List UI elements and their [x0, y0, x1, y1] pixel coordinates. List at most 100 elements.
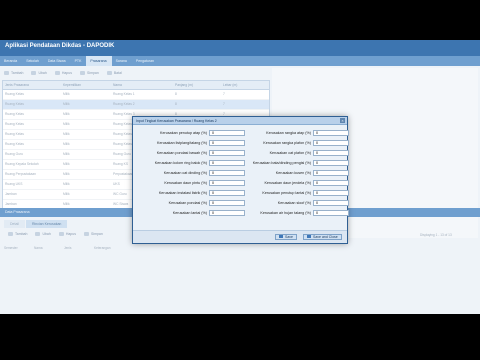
- tab-rincian-kerusakan[interactable]: Rincian Kerusakan: [25, 220, 68, 228]
- left-field-row: Kerusakan instalasi listrik (%) 0: [133, 189, 245, 196]
- grid-column-header[interactable]: Nama: [111, 81, 173, 89]
- menu-item-data-siswa[interactable]: Data Siswa: [44, 56, 71, 66]
- percentage-input[interactable]: 0: [209, 159, 245, 166]
- field-label: Kerusakan pondasi bawah (%): [156, 150, 207, 155]
- grid-column-header[interactable]: Kepemilikan: [61, 81, 111, 89]
- right-field-row: Kerusakan kusen (%) 0: [251, 169, 349, 176]
- dialog-titlebar[interactable]: Input Tingkat Kerusakan Prasarana / Ruan…: [133, 117, 347, 125]
- percentage-input[interactable]: 0: [209, 129, 245, 136]
- table-cell: Jamban: [5, 192, 17, 196]
- percentage-input[interactable]: 0: [313, 169, 349, 176]
- cancel-icon: [106, 71, 112, 75]
- bottom-toolbar: Tambah Ubah Hapus Simpan: [4, 232, 107, 236]
- field-label: Kerusakan rangka plafon (%): [263, 140, 311, 145]
- save-button[interactable]: Simpan: [76, 71, 103, 75]
- grid-column-header[interactable]: Jenis Prasarana: [3, 81, 61, 89]
- table-cell: Ruang Kelas: [5, 92, 24, 96]
- percentage-input[interactable]: 0: [313, 199, 349, 206]
- bottom-delete-button[interactable]: Hapus: [55, 232, 80, 236]
- left-field-row: Kerusakan cat dinding (%) 0: [133, 169, 245, 176]
- app-title: Aplikasi Pendataan Dikdas - DAPODIK: [5, 43, 115, 49]
- field-label: Kerusakan daun jendela (%): [264, 180, 311, 185]
- dialog-save-button[interactable]: Save: [275, 233, 297, 240]
- dialog-title: Input Tingkat Kerusakan Prasarana / Ruan…: [136, 118, 217, 123]
- bottom-col-semester: Semester: [4, 246, 18, 250]
- bottom-add-button[interactable]: Tambah: [4, 232, 31, 236]
- percentage-input[interactable]: 0: [209, 149, 245, 156]
- bottom-edit-label: Ubah: [42, 232, 51, 236]
- left-field-row: Kerusakan penutup atap (%) 0: [133, 129, 245, 136]
- percentage-input[interactable]: 0: [209, 209, 245, 216]
- menu-item-sarana[interactable]: Sarana: [112, 56, 132, 66]
- bottom-col-keterangan: Keterangan: [94, 246, 111, 250]
- dialog-save-close-button[interactable]: Save and Close: [303, 233, 342, 240]
- add-label: Tambah: [11, 71, 24, 75]
- save-icon: [79, 71, 85, 75]
- bottom-grid-header: Semester Nama Jenis Keterangan: [4, 246, 124, 250]
- delete-button[interactable]: Hapus: [51, 71, 76, 75]
- tab-detail[interactable]: Detail: [4, 220, 25, 228]
- field-label: Kerusakan kolom ring balok (%): [154, 160, 207, 165]
- percentage-input[interactable]: 0: [313, 149, 349, 156]
- percentage-input[interactable]: 0: [313, 129, 349, 136]
- main-menu: Beranda Sekolah Data Siswa PTK Prasarana…: [0, 56, 480, 66]
- table-cell: Milik: [63, 172, 70, 176]
- table-cell: Milik: [63, 92, 70, 96]
- save-label: Simpan: [86, 71, 99, 75]
- delete-icon: [58, 232, 64, 236]
- bottom-edit-button[interactable]: Ubah: [31, 232, 54, 236]
- cancel-label: Batal: [113, 71, 122, 75]
- table-row[interactable]: Ruang Kelas Milik Ruang Kelas 1 8 7: [3, 90, 269, 100]
- field-label: Kerusakan penutup lantai (%): [262, 190, 311, 195]
- field-label: Kerusakan instalasi listrik (%): [158, 190, 207, 195]
- right-field-row: Kerusakan rangka plafon (%) 0: [251, 139, 349, 146]
- right-field-row: Kerusakan air hujan talang (%) 0: [251, 209, 349, 216]
- table-cell: 7: [223, 102, 225, 106]
- field-label: Kerusakan rangka atap (%): [266, 130, 311, 135]
- table-cell: Milik: [63, 102, 70, 106]
- save-icon: [279, 235, 283, 238]
- right-field-row: Kerusakan daun jendela (%) 0: [251, 179, 349, 186]
- menu-item-prasarana[interactable]: Prasarana: [86, 56, 112, 66]
- edit-button[interactable]: Ubah: [27, 71, 50, 75]
- field-label: Kerusakan pondasi (%): [168, 200, 207, 205]
- percentage-input[interactable]: 0: [313, 189, 349, 196]
- save-icon: [83, 232, 89, 236]
- percentage-input[interactable]: 0: [209, 179, 245, 186]
- percentage-input[interactable]: 0: [209, 139, 245, 146]
- field-label: Kerusakan sloof (%): [277, 200, 311, 205]
- field-label: Kerusakan bata/dinding pengisi (%): [252, 160, 311, 165]
- percentage-input[interactable]: 0: [313, 139, 349, 146]
- field-label: Kerusakan lantai (%): [172, 210, 207, 215]
- add-button[interactable]: Tambah: [0, 71, 27, 75]
- right-field-row: Kerusakan sloof (%) 0: [251, 199, 349, 206]
- grid-toolbar: Tambah Ubah Hapus Simpan Batal: [0, 68, 270, 78]
- menu-item-beranda[interactable]: Beranda: [0, 56, 22, 66]
- table-cell: Ruang UKS: [5, 182, 23, 186]
- table-cell: Ruang Perpustakaan: [5, 172, 36, 176]
- grid-column-header[interactable]: Panjang (m): [173, 81, 221, 89]
- add-icon: [4, 71, 9, 75]
- bottom-save-button[interactable]: Simpan: [80, 232, 107, 236]
- percentage-input[interactable]: 0: [209, 199, 245, 206]
- table-row[interactable]: Ruang Kelas Milik Ruang Kelas 2 8 7: [3, 100, 269, 110]
- field-label: Kerusakan cat dinding (%): [163, 170, 207, 175]
- right-field-row: Kerusakan rangka atap (%) 0: [251, 129, 349, 136]
- percentage-input[interactable]: 0: [313, 159, 349, 166]
- menu-item-sekolah[interactable]: Sekolah: [22, 56, 44, 66]
- field-label: Kerusakan air hujan talang (%): [260, 210, 311, 215]
- app-header: Aplikasi Pendataan Dikdas - DAPODIK: [0, 40, 480, 56]
- percentage-input[interactable]: 0: [313, 209, 349, 216]
- edit-icon: [31, 71, 37, 75]
- table-cell: Ruang Guru: [5, 152, 23, 156]
- menu-item-ptk[interactable]: PTK: [71, 56, 87, 66]
- close-icon[interactable]: ×: [340, 118, 345, 123]
- percentage-input[interactable]: 0: [209, 169, 245, 176]
- field-label: Kerusakan daun pintu (%): [164, 180, 207, 185]
- table-cell: Ruang Kepala Sekolah: [5, 162, 39, 166]
- percentage-input[interactable]: 0: [313, 179, 349, 186]
- menu-item-pengaturan[interactable]: Pengaturan: [132, 56, 159, 66]
- percentage-input[interactable]: 0: [209, 189, 245, 196]
- cancel-button[interactable]: Batal: [103, 71, 126, 75]
- grid-column-header[interactable]: Lebar (m): [221, 81, 261, 89]
